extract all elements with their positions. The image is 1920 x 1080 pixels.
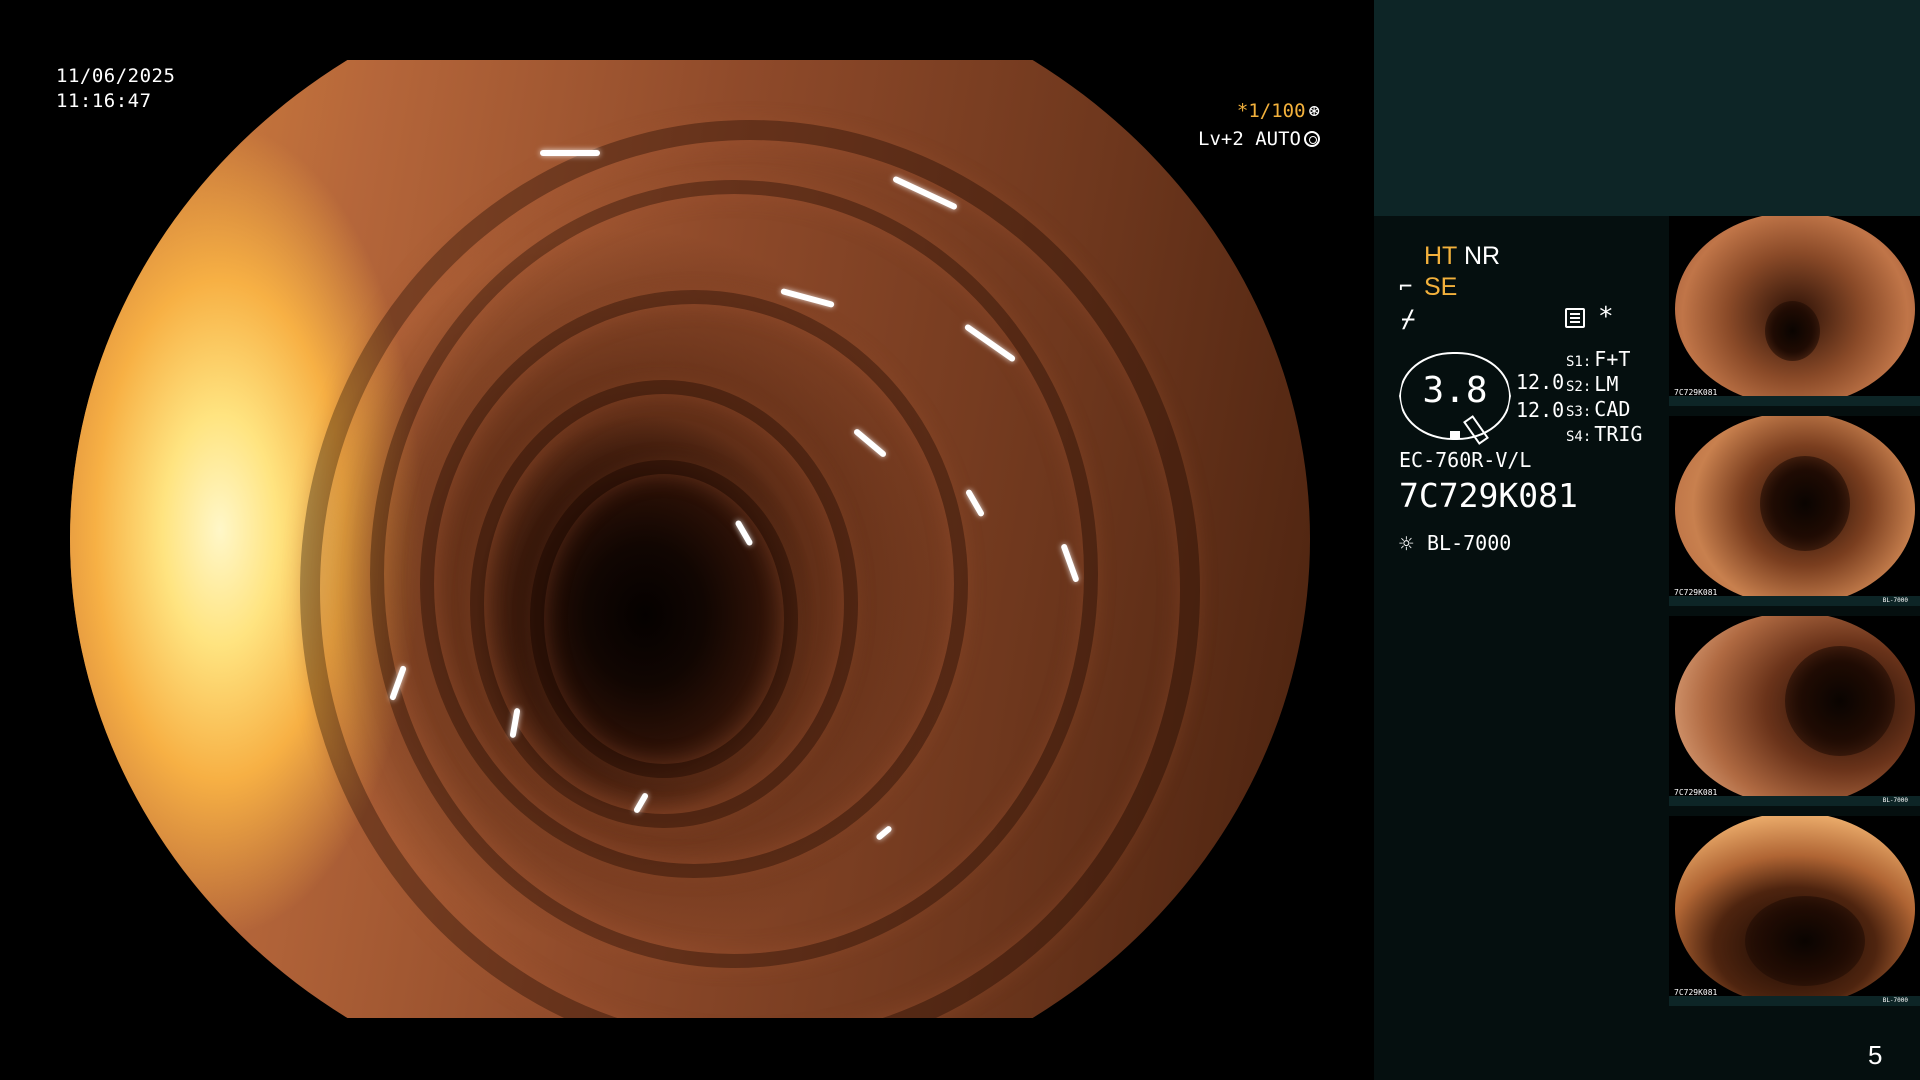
- page-number: 5: [1868, 1040, 1883, 1070]
- scope-model: EC-760R-V/L: [1399, 448, 1532, 472]
- slot-key: S3:: [1566, 404, 1592, 420]
- slot-key: S4:: [1566, 429, 1592, 445]
- panel-header-area: [1374, 0, 1920, 216]
- slot-label: LM: [1594, 372, 1619, 396]
- thumbnail-light-source: BL-7000: [1882, 597, 1908, 604]
- mucosal-fold: [300, 120, 1200, 1018]
- thumbnail-3[interactable]: 7C729K081 BL-7000: [1669, 616, 1920, 806]
- scope-serial: 7C729K081: [1399, 476, 1578, 515]
- light-source: ☼ BL-7000: [1399, 530, 1511, 558]
- slot-key: S2:: [1566, 379, 1592, 395]
- freeze-icon: ⌿: [1401, 305, 1416, 333]
- thumbnail-image: [1675, 416, 1915, 602]
- light-source-label: BL-7000: [1427, 531, 1512, 555]
- slot-s1: S1: F+T: [1566, 347, 1630, 371]
- aperture-icon: ⊛: [1308, 100, 1320, 122]
- thumbnail-lumen: [1785, 646, 1895, 756]
- thumbnail-image: [1675, 816, 1915, 1002]
- shutter-text: *1/100: [1236, 100, 1306, 122]
- ht-indicator: HT: [1424, 242, 1458, 270]
- thumbnail-image: [1675, 616, 1915, 802]
- thumbnail-lumen: [1745, 896, 1865, 986]
- light-reflection: [540, 150, 600, 156]
- slot-s4: S4: TRIG: [1566, 422, 1642, 446]
- star-icon: *: [1598, 302, 1614, 332]
- thumbnail-4[interactable]: 7C729K081 BL-7000: [1669, 816, 1920, 1006]
- slot-s2: S2: LM: [1566, 372, 1618, 396]
- sun-icon: ☼: [1399, 530, 1414, 558]
- slot-s3: S3: CAD: [1566, 397, 1630, 421]
- value-one: 12.0: [1516, 370, 1565, 394]
- value-two: 12.0: [1516, 398, 1565, 422]
- menu-icon: [1565, 308, 1585, 328]
- slot-key: S1:: [1566, 354, 1592, 370]
- shutter-speed: *1/100 ⊛: [1200, 100, 1320, 122]
- thumbnail-bar: [1669, 396, 1920, 406]
- time-text: 11:16:47: [56, 90, 152, 112]
- iris-icon: [1304, 131, 1320, 147]
- thumbnail-lumen: [1765, 301, 1820, 361]
- thumbnail-1[interactable]: 7C729K081: [1669, 216, 1920, 406]
- thumbnail-image: [1675, 216, 1915, 402]
- magnification-marker: [1450, 431, 1460, 439]
- magnification-value: 3.8: [1422, 370, 1488, 411]
- nr-indicator: NR: [1464, 242, 1501, 270]
- brightness-level: Lv+2 AUTO: [1150, 128, 1320, 150]
- endoscope-view: [70, 60, 1310, 1018]
- structure-enhance-icon: ⌐: [1399, 275, 1413, 300]
- se-indicator: SE: [1424, 273, 1458, 301]
- slot-label: CAD: [1594, 397, 1631, 421]
- slot-label: TRIG: [1594, 422, 1643, 446]
- datetime: 11/06/2025 11:16:47: [56, 64, 175, 114]
- date-text: 11/06/2025: [56, 65, 176, 87]
- slot-label: F+T: [1594, 347, 1631, 371]
- thumbnail-light-source: BL-7000: [1882, 797, 1908, 804]
- thumbnail-light-source: BL-7000: [1882, 997, 1908, 1004]
- thumbnail-2[interactable]: 7C729K081 BL-7000: [1669, 416, 1920, 606]
- thumbnail-lumen: [1760, 456, 1850, 551]
- level-text: Lv+2 AUTO: [1198, 128, 1301, 150]
